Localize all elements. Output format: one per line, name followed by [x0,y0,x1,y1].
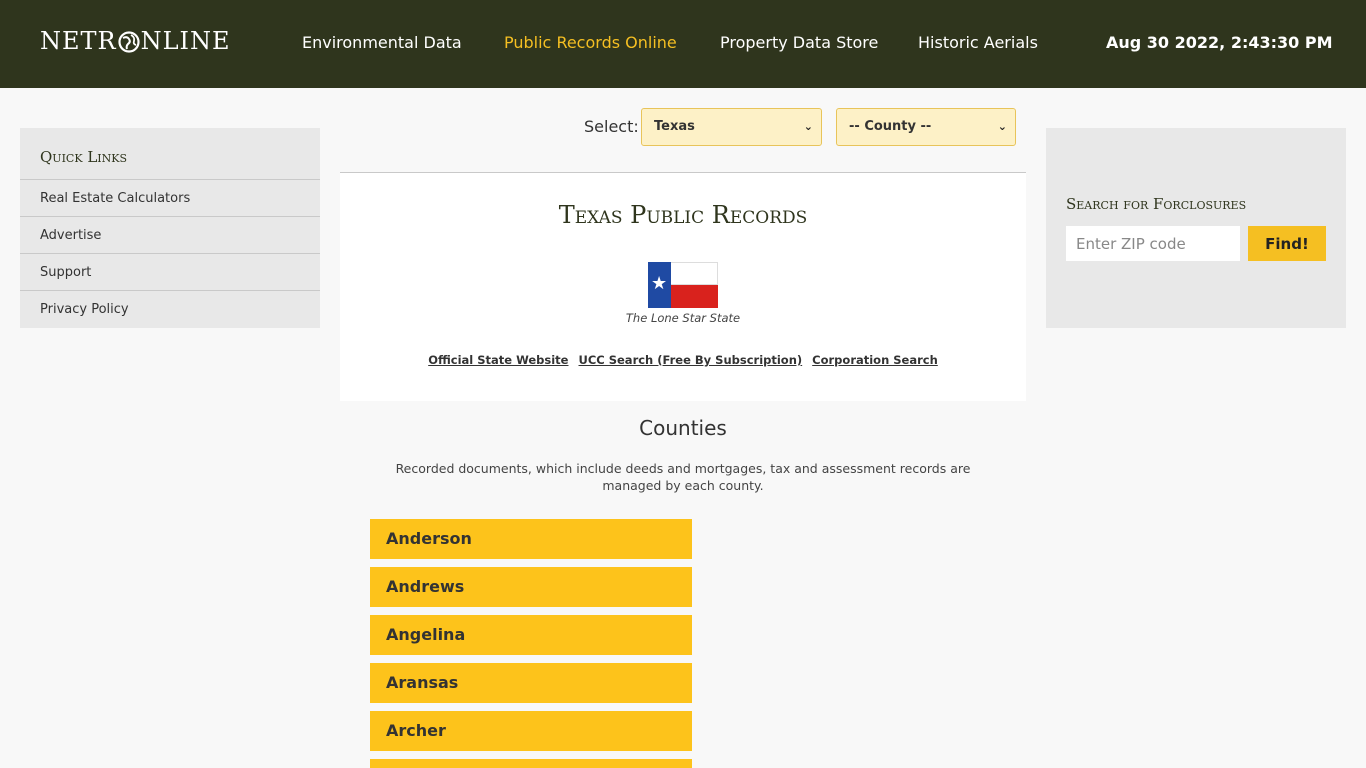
state-nickname: The Lone Star State [625,311,741,325]
county-select-value: -- County -- [849,119,932,134]
state-select[interactable]: Texas ⌄ [641,108,822,146]
texas-flag-image: ★ [648,262,718,308]
quick-link-real-estate-calculators[interactable]: Real Estate Calculators [20,179,320,216]
nav-property-data-store[interactable]: Property Data Store [720,33,878,52]
site-logo[interactable]: NETR NLINE [40,26,231,56]
state-links: Official State Website UCC Search (Free … [340,353,1026,367]
current-datetime: Aug 30 2022, 2:43:30 PM [1106,33,1333,52]
state-select-value: Texas [654,119,695,134]
county-button-aransas[interactable]: Aransas [370,663,692,703]
chevron-down-icon: ⌄ [803,120,813,133]
county-button-partial[interactable] [370,759,692,768]
quick-link-privacy-policy[interactable]: Privacy Policy [20,290,320,327]
quick-link-support[interactable]: Support [20,253,320,290]
county-button-andrews[interactable]: Andrews [370,567,692,607]
quick-links-title: Quick Links [40,148,127,166]
counties-description: Recorded documents, which include deeds … [395,461,971,493]
star-icon: ★ [651,273,668,294]
globe-icon [118,31,140,53]
chevron-down-icon: ⌄ [997,120,1007,133]
ucc-search-link[interactable]: UCC Search (Free By Subscription) [579,353,803,367]
corporation-search-link[interactable]: Corporation Search [812,353,938,367]
county-button-anderson[interactable]: Anderson [370,519,692,559]
official-state-website-link[interactable]: Official State Website [428,353,568,367]
nav-public-records-online[interactable]: Public Records Online [504,33,677,52]
foreclosure-search-panel: Search for Forclosures Find! [1046,128,1346,328]
county-button-angelina[interactable]: Angelina [370,615,692,655]
page-title: Texas Public Records [558,201,808,229]
nav-historic-aerials[interactable]: Historic Aerials [918,33,1038,52]
nav-environmental-data[interactable]: Environmental Data [302,33,462,52]
foreclosure-search-title: Search for Forclosures [1066,195,1247,213]
county-button-archer[interactable]: Archer [370,711,692,751]
counties-heading: Counties [639,416,727,440]
state-info-card: Texas Public Records ★ The Lone Star Sta… [340,172,1026,401]
logo-text-left: NETR [40,27,117,55]
find-button[interactable]: Find! [1248,226,1326,261]
select-label: Select: [584,117,639,136]
quick-link-advertise[interactable]: Advertise [20,216,320,253]
site-header: NETR NLINE Environmental Data Public Rec… [0,0,1366,88]
quick-links-panel: Quick Links Real Estate Calculators Adve… [20,128,320,328]
zip-code-input[interactable] [1066,226,1240,261]
county-select[interactable]: -- County -- ⌄ [836,108,1016,146]
logo-text-right: NLINE [140,27,231,55]
